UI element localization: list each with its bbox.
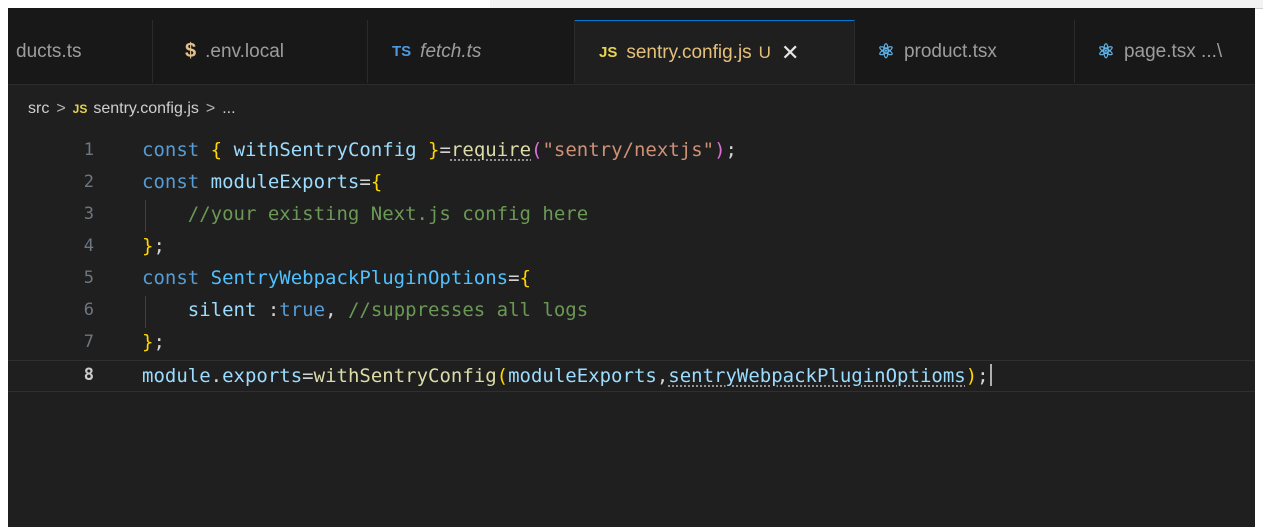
line-number: 5 — [83, 268, 94, 288]
code-line-1[interactable]: 1 const { withSentryConfig }=require("se… — [8, 136, 1255, 168]
close-icon[interactable]: ✕ — [781, 40, 799, 66]
code-text: }; — [142, 331, 165, 353]
tab-product-tsx[interactable]: ⚛ product.tsx — [855, 20, 1075, 83]
code-text: }; — [142, 235, 165, 257]
tab-page-tsx[interactable]: ⚛ page.tsx ...\ — [1075, 20, 1255, 83]
line-number: 6 — [83, 300, 94, 320]
line-number: 7 — [83, 332, 94, 352]
code-line-7[interactable]: 7 }; — [8, 328, 1255, 360]
tab-label: ducts.ts — [16, 40, 82, 62]
breadcrumb-folder[interactable]: src — [28, 100, 49, 118]
javascript-icon: JS — [72, 102, 88, 116]
tab-products-ts[interactable]: ducts.ts — [8, 20, 153, 83]
window-top-edge — [0, 0, 1263, 9]
line-number: 2 — [83, 172, 94, 192]
code-text: const SentryWebpackPluginOptions={ — [142, 267, 531, 289]
tab-label: sentry.config.js — [626, 41, 752, 63]
code-line-3[interactable]: 3 //your existing Next.js config here — [8, 200, 1255, 232]
code-text: module.exports=withSentryConfig(moduleEx… — [142, 364, 992, 387]
code-text: silent :true, //suppresses all logs — [187, 299, 589, 321]
line-number: 3 — [83, 204, 94, 224]
breadcrumb: src > JS sentry.config.js > ... — [28, 96, 236, 122]
react-icon: ⚛ — [1097, 41, 1115, 63]
tab-label: .env.local — [205, 40, 284, 62]
editor-window: ducts.ts $ .env.local TS fetch.ts JS sen… — [8, 8, 1255, 527]
untracked-badge: U — [758, 42, 771, 62]
code-line-4[interactable]: 4 }; — [8, 232, 1255, 264]
code-line-5[interactable]: 5 const SentryWebpackPluginOptions={ — [8, 264, 1255, 296]
code-text: const moduleExports={ — [142, 171, 383, 193]
line-number: 8 — [83, 365, 94, 385]
chevron-right-icon: > — [56, 100, 66, 117]
code-line-6[interactable]: 6 silent :true, //suppresses all logs — [8, 296, 1255, 328]
tab-fetch-ts[interactable]: TS fetch.ts — [368, 20, 575, 83]
code-line-2[interactable]: 2 const moduleExports={ — [8, 168, 1255, 200]
code-text: const { withSentryConfig }=require("sent… — [142, 139, 737, 161]
react-icon: ⚛ — [877, 41, 895, 63]
line-number: 4 — [83, 236, 94, 256]
typescript-icon: TS — [392, 43, 412, 60]
tab-bar: ducts.ts $ .env.local TS fetch.ts JS sen… — [8, 8, 1255, 85]
text-cursor — [989, 364, 992, 386]
code-editor[interactable]: 1 const { withSentryConfig }=require("se… — [8, 122, 1255, 527]
tab-label: product.tsx — [903, 40, 997, 62]
line-number: 1 — [83, 140, 94, 160]
dollar-icon: $ — [185, 40, 197, 62]
chevron-right-icon: > — [205, 100, 216, 117]
code-line-8[interactable]: 8 module.exports=withSentryConfig(module… — [8, 360, 1255, 392]
tab-env-local[interactable]: $ .env.local — [153, 20, 368, 83]
breadcrumb-symbols[interactable]: ... — [222, 100, 235, 118]
code-text: //your existing Next.js config here — [187, 203, 589, 225]
tab-label: fetch.ts — [420, 40, 482, 62]
javascript-icon: JS — [599, 44, 618, 61]
breadcrumb-file[interactable]: sentry.config.js — [93, 100, 199, 118]
tab-sentry-config-js[interactable]: JS sentry.config.js U ✕ — [575, 20, 855, 84]
tab-label: page.tsx ...\ — [1123, 40, 1223, 62]
